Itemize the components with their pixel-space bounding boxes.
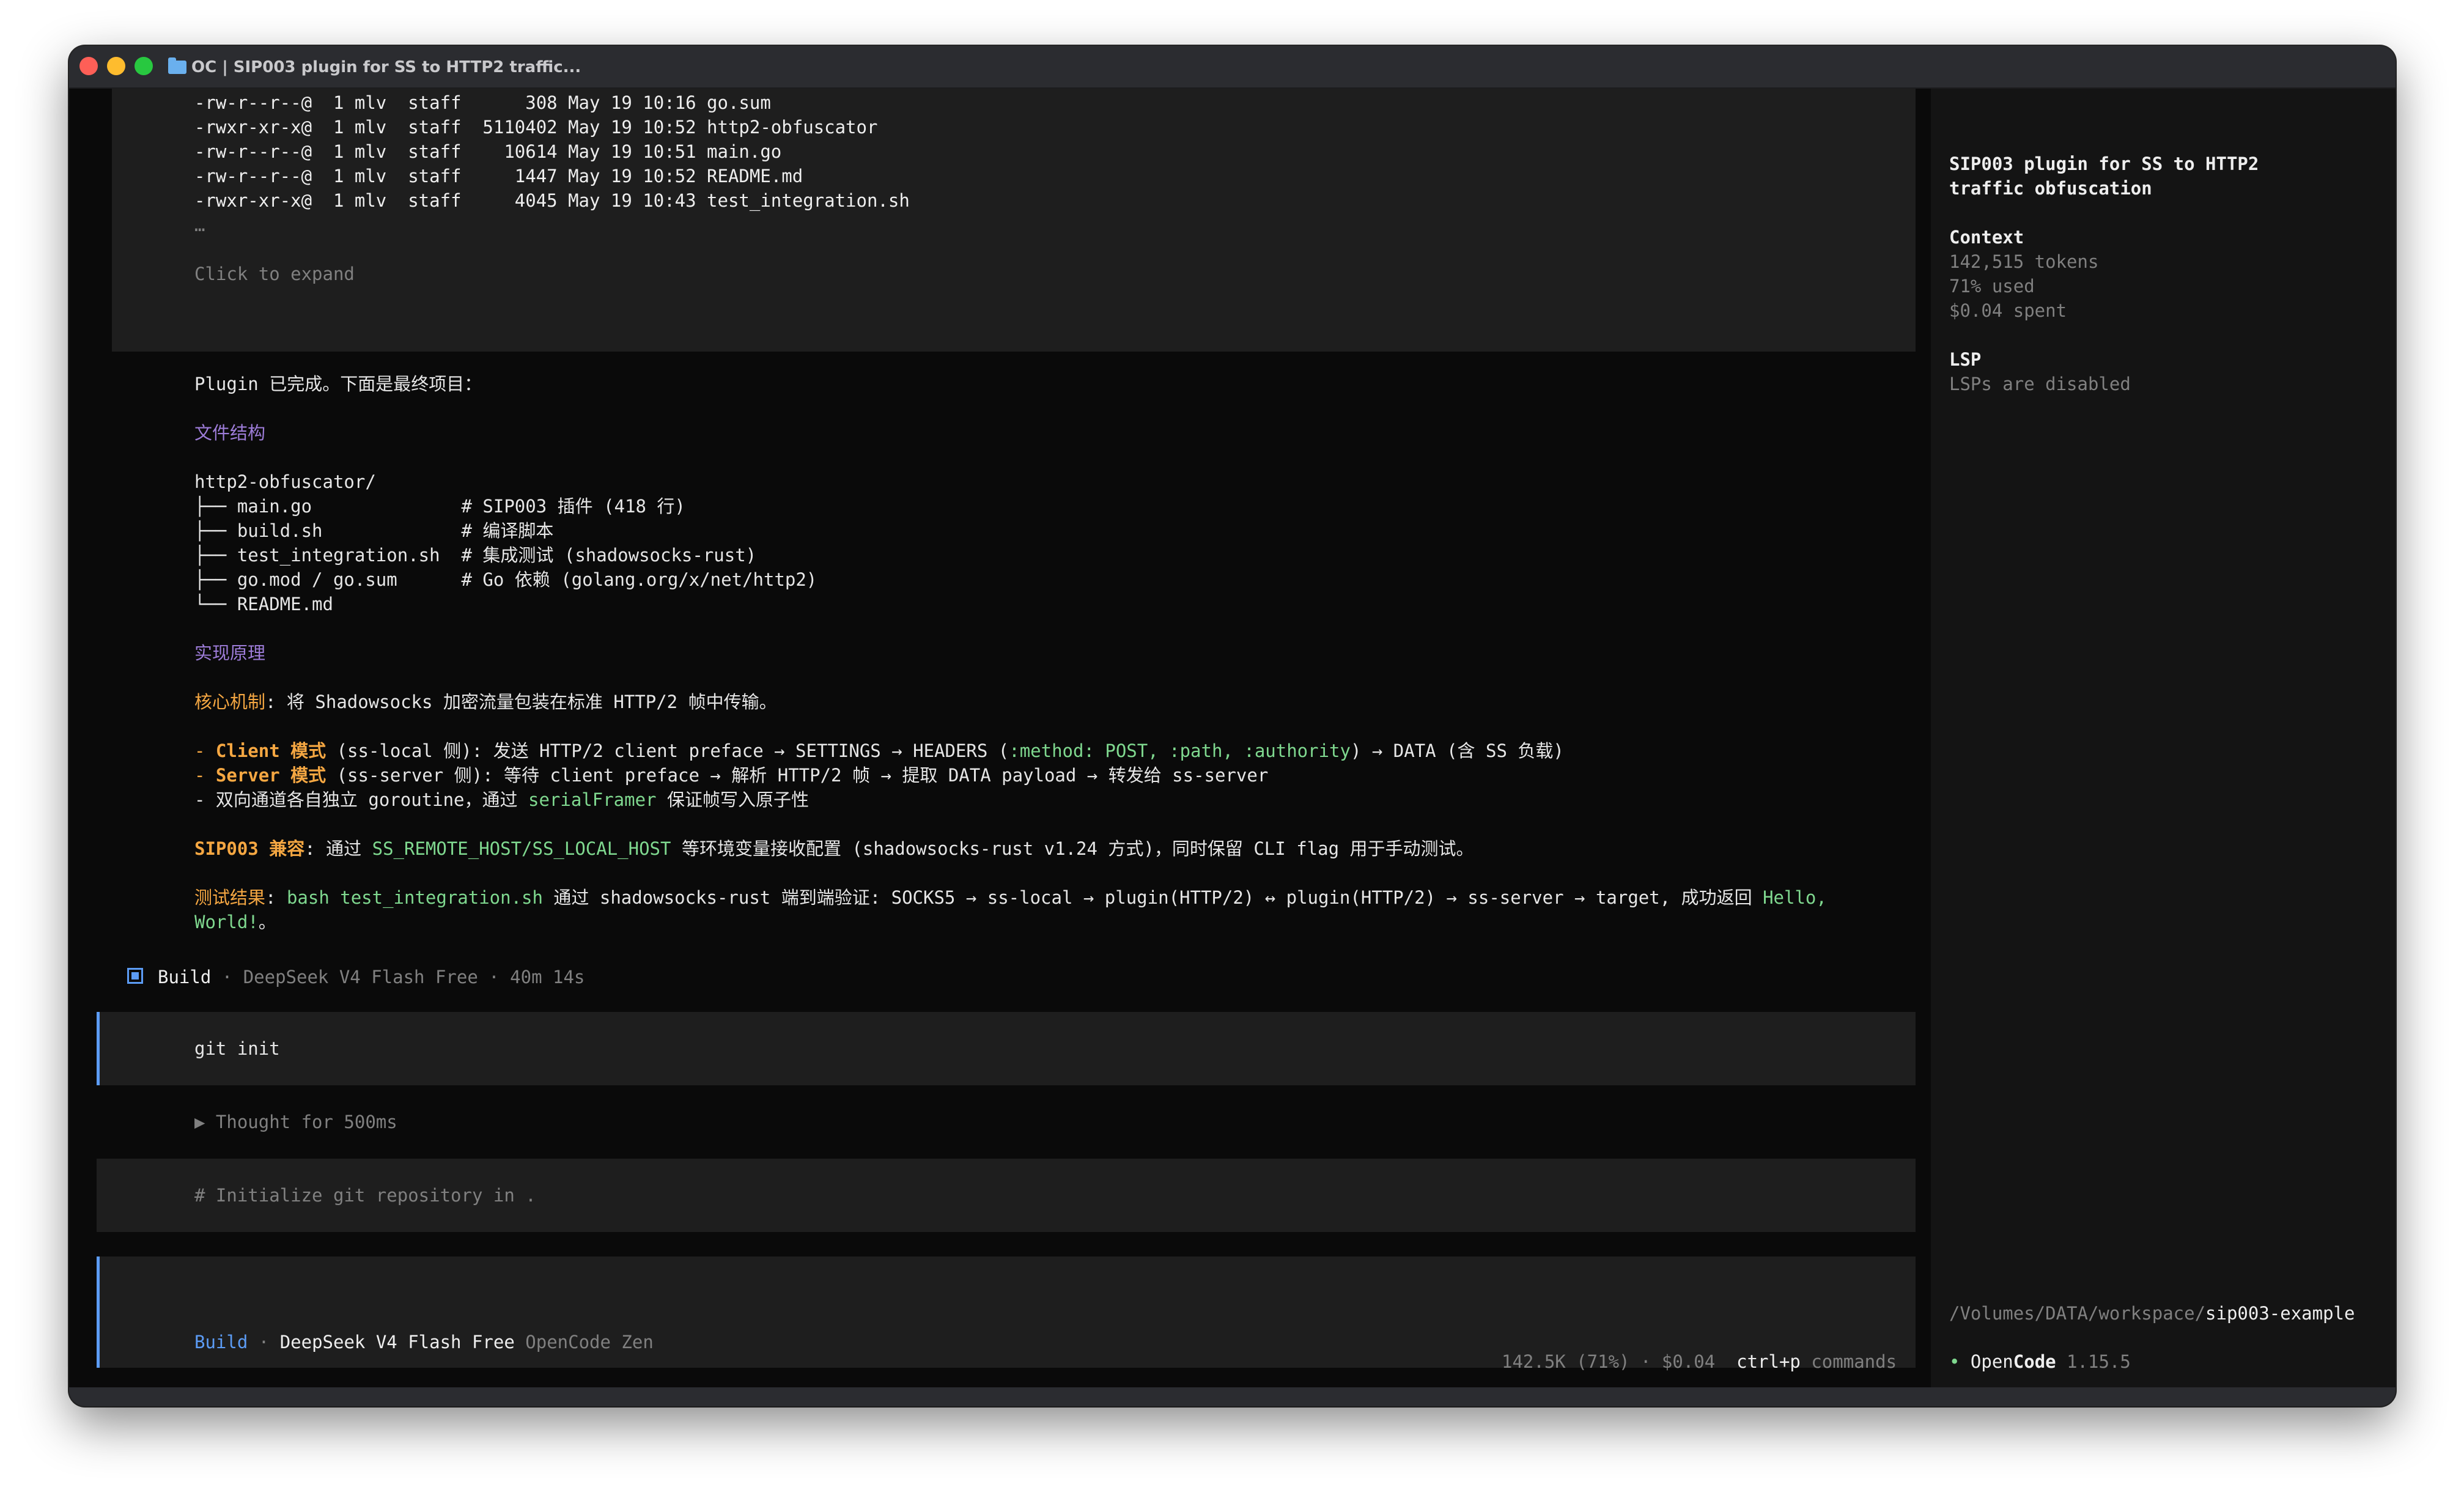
lsp-heading: LSP [1949,349,1982,370]
tool-output-block[interactable]: -rw-r--r--@ 1 mlv staff 308 May 19 10:16… [112,89,1916,352]
section-heading-files: 文件结构 [194,422,266,443]
test-result-line-2: World!。 [194,912,276,932]
lsp-status: LSPs are disabled [1949,374,2131,394]
folder-icon [168,57,186,74]
thought-toggle[interactable]: ▶ Thought for 500ms [194,1110,397,1134]
listing-row: -rw-r--r--@ 1 mlv staff 308 May 19 10:16… [194,92,771,113]
context-used: 71% used [1949,276,2035,297]
message-intro: Plugin 已完成。下面是最终项目： [194,374,482,394]
sip003-line: SIP003 兼容: 通过 SS_REMOTE_HOST/SS_LOCAL_HO… [194,838,1474,859]
tree-line: ├── main.go # SIP003 插件 (418 行) [194,496,685,517]
window-bottom-edge [69,1387,2396,1406]
client-mode-line: - Client 模式 (ss-local 侧): 发送 HTTP/2 clie… [194,740,1564,761]
session-sidebar: SIP003 plugin for SS to HTTP2 traffic ob… [1931,89,2396,1387]
user-message-block[interactable]: git init [97,1012,1916,1085]
context-heading: Context [1949,227,2024,248]
terminal-window: OC | SIP003 plugin for SS to HTTP2 traff… [69,46,2396,1406]
prompt-status: Build · DeepSeek V4 Flash Free OpenCode … [194,1332,654,1352]
core-mechanism-line: 核心机制: 将 Shadowsocks 加密流量包装在标准 HTTP/2 帧中传… [194,692,777,712]
build-status: Build · DeepSeek V4 Flash Free · 40m 14s [158,967,585,987]
user-command: git init [194,1038,280,1059]
session-title: SIP003 plugin for SS to HTTP2 [1949,153,2259,174]
window-title: OC | SIP003 plugin for SS to HTTP2 traff… [168,46,581,89]
tree-line: ├── build.sh # 编译脚本 [194,520,554,541]
listing-row: -rwxr-xr-x@ 1 mlv staff 5110402 May 19 1… [194,117,878,138]
minimize-button[interactable] [107,57,125,75]
zoom-button[interactable] [135,57,153,75]
app-version: • OpenCode 1.15.5 [1949,1351,2131,1372]
tree-line: └── README.md [194,594,333,614]
tool-call-block[interactable]: # Initialize git repository in . [97,1159,1916,1232]
footer-status: 142.5K (71%) · $0.04 ctrl+p commands [1502,1351,1897,1372]
expand-link[interactable]: Click to expand [194,262,355,286]
context-tokens: 142,515 tokens [1949,251,2099,272]
tree-line: ├── go.mod / go.sum # Go 依赖 (golang.org/… [194,569,817,590]
tree-line: http2-obfuscator/ [194,471,376,492]
listing-row: -rw-r--r--@ 1 mlv staff 1447 May 19 10:5… [194,166,803,186]
section-heading-impl: 实现原理 [194,643,266,663]
tree-line: ├── test_integration.sh # 集成测试 (shadowso… [194,545,757,566]
test-result-line: 测试结果: bash test_integration.sh 通过 shadow… [194,887,1827,908]
listing-row: -rw-r--r--@ 1 mlv staff 10614 May 19 10:… [194,141,782,162]
session-panel[interactable]: -rw-r--r--@ 1 mlv staff 308 May 19 10:16… [69,89,1931,1387]
server-mode-line: - Server 模式 (ss-server 侧): 等待 client pre… [194,765,1269,786]
context-spent: $0.04 spent [1949,300,2067,321]
build-agent-icon [127,968,143,984]
close-button[interactable] [79,57,98,75]
bidirectional-line: - 双向通道各自独立 goroutine，通过 serialFramer 保证帧… [194,789,809,810]
title-bar: OC | SIP003 plugin for SS to HTTP2 traff… [69,46,2396,89]
session-title-line-2: traffic obfuscation [1949,178,2152,199]
tool-comment: # Initialize git repository in . [194,1185,536,1206]
workspace-path: /Volumes/DATA/workspace/sip003-example [1949,1303,2355,1324]
listing-row: -rwxr-xr-x@ 1 mlv staff 4045 May 19 10:4… [194,190,910,211]
listing-ellipsis: … [194,215,205,235]
